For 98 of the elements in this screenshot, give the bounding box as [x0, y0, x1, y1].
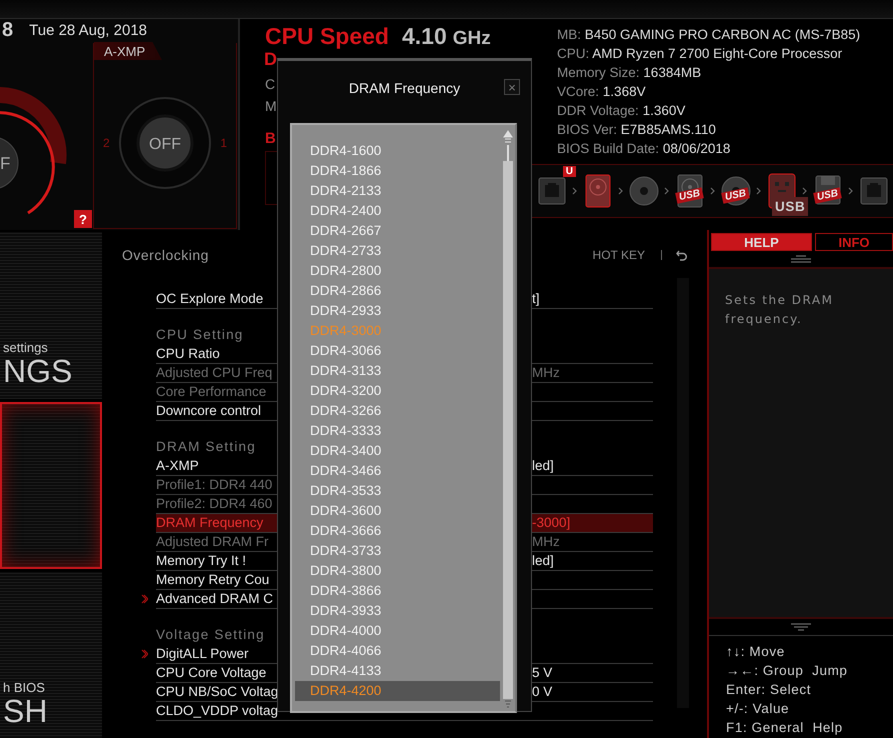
setting-value[interactable]: -3000]: [532, 514, 653, 532]
option-item[interactable]: DDR4-3200: [295, 381, 500, 401]
key-hint: →←: Group Jump: [726, 662, 848, 680]
option-item[interactable]: DDR4-3333: [295, 421, 500, 441]
setting-value[interactable]: led]: [532, 457, 653, 475]
grip-icon[interactable]: [790, 623, 812, 631]
chevron-icon: [848, 187, 854, 195]
option-item[interactable]: DDR4-2133: [295, 181, 500, 201]
option-item[interactable]: DDR4-2866: [295, 281, 500, 301]
option-item[interactable]: DDR4-3866: [295, 581, 500, 601]
option-item[interactable]: DDR4-2800: [295, 261, 500, 281]
section-heading: CPU Setting: [156, 326, 244, 344]
option-item[interactable]: DDR4-3400: [295, 441, 500, 461]
setting-label[interactable]: CPU Core Voltage: [156, 664, 277, 682]
usb-label: USB: [772, 197, 808, 216]
panel-tab[interactable]: HELP: [711, 233, 812, 251]
setting-label[interactable]: Memory Retry Cou: [156, 571, 277, 589]
partial-text: M: [265, 98, 277, 114]
option-item[interactable]: DDR4-1600: [295, 141, 500, 161]
partial-text: B: [265, 130, 276, 147]
system-info-line: Memory Size: 16384MB: [557, 64, 702, 82]
section-title: Overclocking: [122, 247, 209, 263]
profile-number: 2: [103, 136, 110, 150]
option-item[interactable]: DDR4-3733: [295, 541, 500, 561]
setting-label[interactable]: CPU NB/SoC Voltag: [156, 683, 277, 701]
partial-text: D: [264, 49, 277, 70]
key-hint: ↑↓: Move: [726, 643, 785, 661]
setting-label[interactable]: A-XMP: [156, 457, 277, 475]
key-hint: +/-: Value: [726, 700, 790, 718]
dialog-title: DRAM Frequency: [348, 80, 460, 96]
clock-text: 8: [2, 18, 14, 42]
help-button[interactable]: ?: [74, 210, 92, 228]
key-hint: F1: General Help: [726, 719, 843, 737]
partial-text: C: [265, 76, 276, 92]
hotkey-link[interactable]: HOT KEY: [592, 248, 645, 262]
option-item[interactable]: DDR4-2400: [295, 201, 500, 221]
setting-value[interactable]: led]: [532, 552, 653, 570]
setting-label[interactable]: Memory Try It !: [156, 552, 277, 570]
sidebar-tile[interactable]: [0, 402, 102, 569]
system-info-line: MB: B450 GAMING PRO CARBON AC (MS-7B85): [557, 26, 860, 44]
option-item[interactable]: DDR4-4200: [295, 681, 500, 701]
option-item[interactable]: DDR4-3266: [295, 401, 500, 421]
setting-label[interactable]: DRAM Frequency: [156, 514, 277, 532]
setting-label[interactable]: CPU Ratio: [156, 345, 277, 363]
setting-value[interactable]: 0 V: [532, 683, 653, 701]
option-item[interactable]: DDR4-4133: [295, 661, 500, 681]
device-badge: U: [562, 166, 576, 177]
option-item[interactable]: DDR4-1866: [295, 161, 500, 181]
chevron-icon: [710, 187, 716, 195]
chevron-icon: [756, 187, 762, 195]
cpu-speed-value: 4.10: [402, 23, 447, 50]
system-info-line: CPU: AMD Ryzen 7 2700 Eight-Core Processor: [557, 45, 842, 63]
profile-number: 1: [220, 136, 227, 150]
system-info-line: BIOS Ver: E7B85AMS.110: [557, 121, 716, 139]
option-item[interactable]: DDR4-3600: [295, 501, 500, 521]
option-item[interactable]: DDR4-3466: [295, 461, 500, 481]
setting-label[interactable]: CLDO_VDDP voltag: [156, 702, 277, 720]
option-item[interactable]: DDR4-2733: [295, 241, 500, 261]
sidebar-tile[interactable]: settings NGS: [0, 232, 102, 399]
system-info-line: DDR Voltage: 1.360V: [557, 102, 686, 120]
back-icon[interactable]: [676, 250, 687, 260]
setting-label[interactable]: Advanced DRAM C: [156, 590, 277, 608]
submenu-arrow-icon: [141, 594, 148, 604]
a-xmp-knob[interactable]: OFF: [118, 96, 212, 190]
setting-label[interactable]: DigitALL Power: [156, 645, 277, 663]
option-item[interactable]: DDR4-3800: [295, 561, 500, 581]
panel-tab[interactable]: INFO: [815, 233, 893, 251]
option-item[interactable]: DDR4-3933: [295, 601, 500, 621]
section-heading: DRAM Setting: [156, 438, 256, 456]
cpu-speed-unit: GHz: [452, 28, 491, 50]
setting-value[interactable]: t]: [532, 290, 653, 308]
system-info-line: BIOS Build Date: 08/06/2018: [557, 140, 730, 158]
chevron-icon: [664, 187, 670, 195]
option-item[interactable]: DDR4-3666: [295, 521, 500, 541]
key-hint: Enter: Select: [726, 681, 812, 699]
date-text: Tue 28 Aug, 2018: [29, 22, 148, 38]
sidebar-tile[interactable]: h BIOS SH: [0, 572, 102, 738]
submenu-arrow-icon: [141, 649, 148, 659]
panel-tab-label: A-XMP: [94, 42, 162, 60]
option-item[interactable]: DDR4-4066: [295, 641, 500, 661]
option-item[interactable]: DDR4-3133: [295, 361, 500, 381]
help-text: Sets the DRAM frequency.: [725, 292, 834, 328]
grip-icon[interactable]: [790, 255, 812, 263]
option-item[interactable]: DDR4-2667: [295, 221, 500, 241]
chevron-icon: [618, 187, 624, 195]
option-item[interactable]: DDR4-3533: [295, 481, 500, 501]
chevron-icon: [572, 187, 578, 195]
option-item[interactable]: DDR4-4000: [295, 621, 500, 641]
setting-value[interactable]: 5 V: [532, 664, 653, 682]
section-heading: Voltage Setting: [156, 626, 265, 644]
option-item[interactable]: DDR4-3066: [295, 341, 500, 361]
setting-label[interactable]: OC Explore Mode: [156, 290, 277, 308]
system-info-line: VCore: 1.368V: [557, 83, 646, 101]
cpu-speed-label: CPU Speed: [265, 23, 390, 50]
option-item[interactable]: DDR4-2933: [295, 301, 500, 321]
chevron-icon: [802, 187, 808, 195]
close-button[interactable]: ×: [504, 79, 520, 95]
setting-label[interactable]: Downcore control: [156, 402, 277, 420]
